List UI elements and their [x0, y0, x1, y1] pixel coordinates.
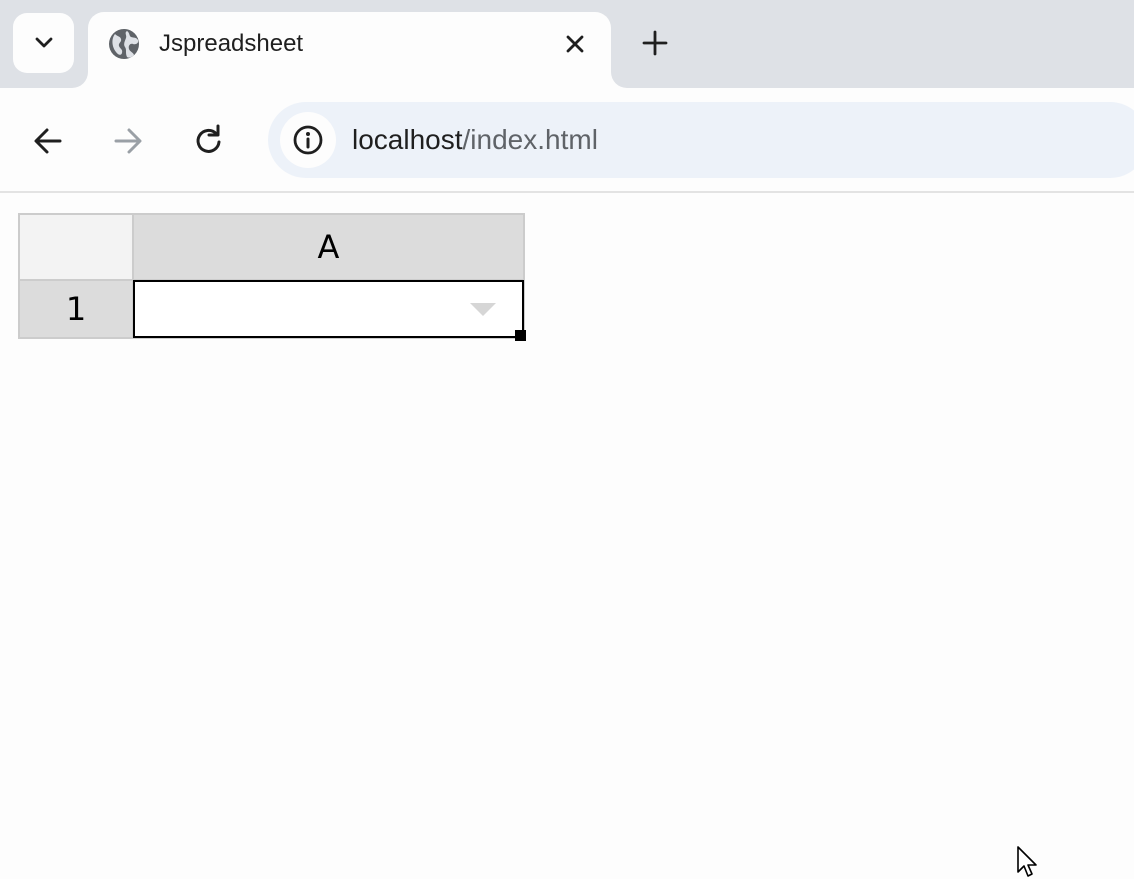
tab-strip: Jspreadsheet: [0, 0, 1134, 90]
url-text: localhost/index.html: [352, 124, 598, 156]
mouse-pointer-icon: [1017, 846, 1037, 877]
table-row: 1: [18, 279, 525, 339]
chevron-down-icon: [35, 37, 52, 48]
tab-search-button[interactable]: [13, 13, 74, 73]
arrow-right-icon: [114, 128, 142, 154]
column-header-a[interactable]: A: [132, 213, 525, 281]
tab-close-button[interactable]: [561, 30, 589, 58]
address-bar[interactable]: localhost/index.html: [268, 102, 1134, 178]
dropdown-arrow-icon[interactable]: [470, 303, 496, 316]
arrow-left-icon: [34, 128, 62, 154]
site-info-button[interactable]: [280, 112, 336, 168]
row-header-1[interactable]: 1: [18, 279, 134, 339]
tab-active[interactable]: Jspreadsheet: [88, 12, 611, 90]
reload-button[interactable]: [189, 121, 229, 161]
spreadsheet-grid: A 1: [18, 213, 525, 339]
close-icon: [566, 35, 584, 53]
plus-icon: [642, 30, 668, 56]
info-icon: [293, 125, 323, 155]
tab-title: Jspreadsheet: [159, 30, 304, 57]
back-button[interactable]: [28, 121, 68, 161]
fill-handle[interactable]: [515, 330, 526, 341]
browser-toolbar: localhost/index.html: [0, 88, 1134, 193]
url-host: localhost: [352, 124, 463, 155]
cell-a1-dropdown[interactable]: [132, 279, 525, 339]
globe-icon: [109, 29, 139, 59]
reload-icon: [196, 124, 221, 153]
corner-header[interactable]: [18, 213, 134, 281]
forward-button[interactable]: [108, 121, 148, 161]
new-tab-button[interactable]: [638, 26, 672, 60]
url-path: /index.html: [462, 124, 598, 155]
